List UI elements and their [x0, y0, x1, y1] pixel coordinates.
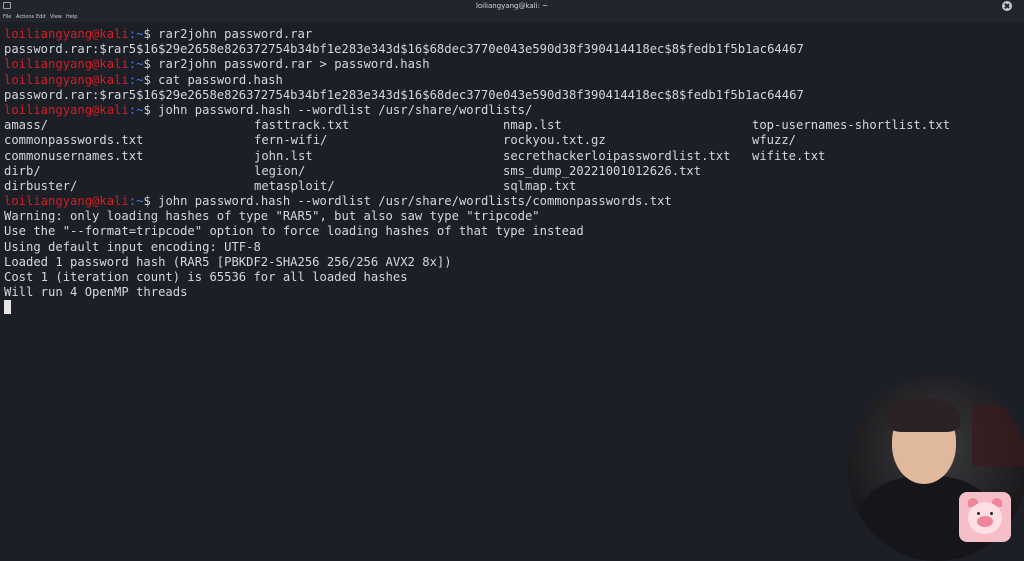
listing-entry: rockyou.txt.gz [503, 133, 606, 148]
prompt-symbol: $ [143, 194, 151, 209]
listing-entry: legion/ [254, 163, 306, 178]
prompt-user: loiliangyang@kali [4, 194, 129, 209]
prompt-symbol: $ [143, 27, 151, 41]
listing-entry: amass/ [4, 118, 49, 133]
listing-entry: secrethackerloipasswordlist.txt [503, 148, 731, 163]
prompt-symbol: $ [143, 72, 151, 87]
output-line: Using default input encoding: UTF-8 [4, 239, 261, 254]
listing-entry: top-usernames-shortlist.txt [752, 118, 951, 133]
prompt-sep: : [128, 57, 137, 72]
prompt-user: loiliangyang@kali [4, 72, 129, 87]
listing-entry: nmap.lst [503, 118, 562, 133]
output-line: password.rar:$rar5$16$29e2658e826372754b… [4, 87, 804, 102]
text-cursor [4, 300, 11, 315]
prompt-line: loiliangyang@kali:~$ rar2john password.r… [4, 57, 1004, 72]
listing-entry: sqlmap.txt [503, 178, 577, 193]
prompt-user: loiliangyang@kali [4, 102, 129, 117]
output-line: Loaded 1 password hash (RAR5 [PBKDF2-SHA… [4, 254, 452, 269]
prompt-sep: : [128, 194, 137, 209]
prompt-line: loiliangyang@kali:~$ john password.hash … [4, 103, 1004, 118]
menu-help[interactable]: Help [66, 14, 77, 20]
listing-row: dirbuster/ metasploit/ sqlmap.txt [4, 179, 1004, 194]
prompt-line: loiliangyang@kali:~$ john password.hash … [4, 194, 1004, 209]
prompt-symbol: $ [143, 102, 151, 117]
prompt-sep: : [128, 72, 137, 87]
pig-eye [990, 512, 993, 515]
prompt-line: loiliangyang@kali:~$ cat password.hash [4, 73, 1004, 88]
menu-edit[interactable]: Edit [36, 14, 46, 20]
command-text: john password.hash --wordlist /usr/share… [158, 194, 672, 209]
prompt-user: loiliangyang@kali [4, 57, 129, 72]
prompt-sep: : [128, 27, 137, 41]
listing-entry: commonpasswords.txt [4, 133, 144, 148]
listing-row: dirb/ legion/ sms_dump_20221001012626.tx… [4, 164, 1004, 179]
command-text: cat password.hash [158, 72, 283, 87]
menu-bar: File Actions Edit View Help [0, 12, 1024, 22]
menu-view[interactable]: View [50, 14, 62, 20]
cursor-line [4, 300, 1004, 315]
window-title: loiliangyang@kali: ~ [475, 2, 549, 10]
pig-snout [977, 516, 993, 527]
prompt-symbol: $ [143, 57, 151, 72]
command-text: john password.hash --wordlist /usr/share… [158, 102, 533, 117]
command-text: rar2john password.rar > password.hash [158, 57, 430, 72]
listing-entry: commonusernames.txt [4, 148, 144, 163]
command-text: rar2john password.rar [158, 27, 313, 41]
pig-logo-icon [959, 492, 1011, 542]
output-line: Warning: only loading hashes of type "RA… [4, 209, 540, 224]
listing-entry: john.lst [254, 148, 313, 163]
listing-entry: wfuzz/ [752, 133, 797, 148]
pig-eye [977, 512, 980, 515]
output-line: Use the "--format=tripcode" option to fo… [4, 224, 584, 239]
prompt-line: loiliangyang@kali:~$ rar2john password.r… [4, 27, 1004, 42]
menu-actions[interactable]: Actions [16, 14, 34, 20]
listing-entry: metasploit/ [254, 178, 335, 193]
listing-entry: sms_dump_20221001012626.txt [503, 163, 702, 178]
listing-row: commonpasswords.txt fern-wifi/ rockyou.t… [4, 133, 1004, 148]
listing-entry: wifite.txt [752, 148, 826, 163]
close-icon[interactable] [1002, 1, 1012, 11]
listing-row: amass/ fasttrack.txt nmap.lst top-userna… [4, 118, 1004, 133]
output-line: Will run 4 OpenMP threads [4, 285, 188, 300]
listing-entry: fasttrack.txt [254, 118, 350, 133]
listing-entry: dirbuster/ [4, 178, 78, 193]
title-bar: loiliangyang@kali: ~ [0, 0, 1024, 12]
menu-file[interactable]: File [3, 14, 11, 20]
output-line: Cost 1 (iteration count) is 65536 for al… [4, 270, 408, 284]
listing-row: commonusernames.txt john.lst secrethacke… [4, 149, 1004, 164]
listing-entry: dirb/ [4, 163, 41, 178]
listing-entry: fern-wifi/ [254, 133, 328, 148]
output-line: password.rar:$rar5$16$29e2658e826372754b… [4, 42, 804, 57]
background-light [972, 406, 1024, 466]
prompt-user: loiliangyang@kali [4, 27, 129, 41]
presenter-hair [888, 398, 960, 432]
prompt-sep: : [128, 102, 137, 117]
